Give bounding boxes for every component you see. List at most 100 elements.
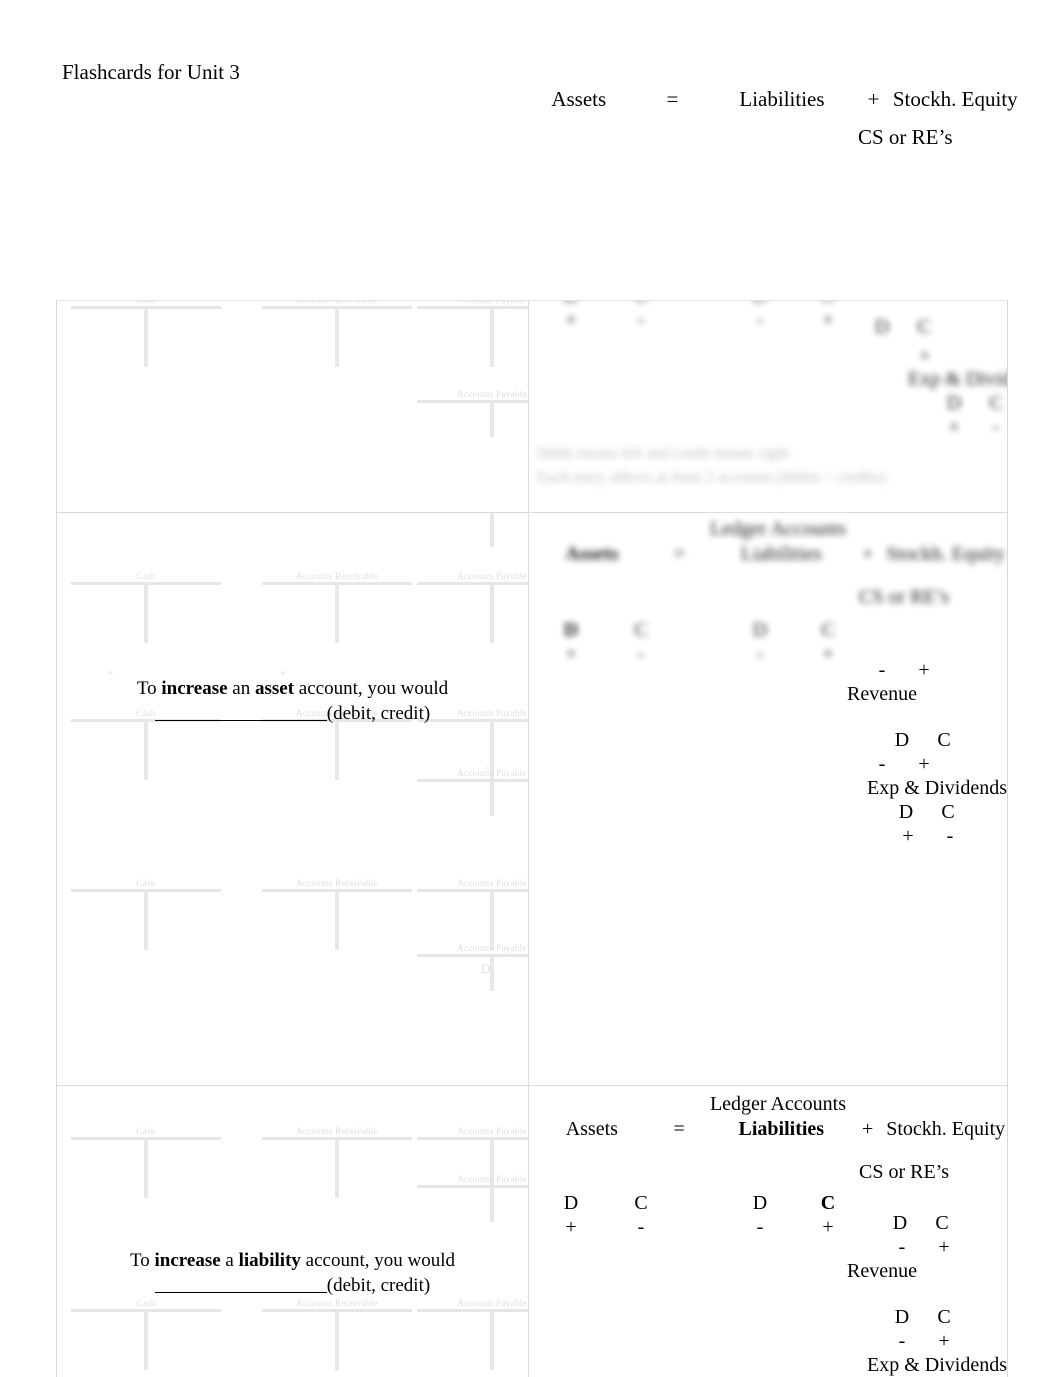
ledger-plus-sign: + (862, 543, 874, 565)
revenue-debit-header: D (874, 316, 890, 338)
card-top-front: Cash Accounts Receivable Accounts Payabl… (57, 301, 529, 512)
t-account-stem (335, 585, 339, 643)
card-liability-front: Cash Accounts Receivable Accounts Payabl… (57, 1086, 529, 1377)
exp-debit-header: D (946, 392, 962, 414)
header-accounting-equation: Assets = Liabilities + Stockh. Equity CS… (520, 82, 1020, 154)
header-equals-sign: = (666, 87, 679, 111)
t-account-label: Cash (136, 1298, 156, 1308)
exp-dividends-top: Exp & Dividends D C + - (529, 367, 1007, 439)
t-account-stem (144, 1140, 148, 1198)
prompt-article: a (220, 1250, 239, 1271)
t-account-stem (490, 585, 494, 643)
t-account-label: Accounts Payable (457, 1174, 527, 1184)
exp-credit-sign: - (992, 416, 1000, 438)
equity-detail-top: D C (529, 315, 945, 339)
equity-plus-sign: + (919, 345, 931, 367)
liabilities-debit-header: D (725, 301, 795, 308)
page-title: Flashcards for Unit 3 (62, 60, 240, 84)
ledger-equity-subline: CS or RE’s (859, 586, 950, 608)
exp-dividends-label: Exp & Dividends (867, 777, 1007, 799)
revenue-debit-header: D (892, 1212, 908, 1234)
t-account-label: Accounts Receivable (296, 1126, 378, 1136)
t-account-grid: Cash Accounts Receivable Accounts Payabl… (57, 1086, 528, 1377)
t-account-label: Cash (136, 571, 156, 581)
liabilities-debit-header: D (752, 619, 768, 641)
exp-dividends-label: Exp & Dividends (867, 1354, 1007, 1376)
t-account-stem (490, 957, 494, 991)
answer-blank[interactable] (154, 1275, 327, 1293)
ledger-assets-label: Assets (565, 543, 619, 565)
ledger-assets-label: Assets (565, 1118, 618, 1140)
t-account-bar (417, 1185, 528, 1188)
t-account-stem (490, 782, 494, 816)
t-account-stem (144, 309, 148, 367)
ledger-plus-sign: + (862, 1118, 874, 1140)
card-liability-prompt: To increase a liability account, you wou… (57, 1248, 528, 1298)
exp-credit-sign: + (938, 1330, 950, 1352)
revenue2-debit-header: D (894, 729, 910, 751)
ledger-diagram-asset: Ledger Accounts Assets = Liabilities + S… (529, 517, 1007, 666)
exp-debit-sign: - (898, 1330, 906, 1352)
header-assets-label: Assets (551, 87, 607, 111)
prompt-lead: To (136, 678, 162, 699)
t-account-mark: - (485, 759, 490, 774)
header-equity-subline: CS or RE’s (858, 125, 953, 149)
t-account-stem (490, 403, 494, 437)
card-asset-back: Ledger Accounts Assets = Liabilities + S… (529, 513, 1007, 1085)
ledger-equals-sign: = (673, 543, 685, 565)
t-account-label: Accounts Payable (457, 1298, 527, 1308)
revenue-debit-sign: - (898, 1236, 906, 1258)
exp-credit-header: C (941, 801, 955, 823)
t-account-stem (490, 892, 494, 950)
t-account-bar (417, 400, 528, 403)
header-stockholders-equity-label: Stockh. Equity (892, 87, 1018, 111)
t-account-bar (417, 582, 528, 585)
revenue-debit-sign: - (878, 659, 886, 681)
answer-blank[interactable] (154, 703, 327, 721)
revenue2-credit-header: C (937, 729, 951, 751)
t-account-bar (417, 1137, 528, 1140)
t-account-stem (490, 309, 494, 367)
t-account-label: Accounts Payable (457, 1126, 527, 1136)
assets-debit-header: D (563, 619, 579, 641)
t-account-stem (144, 1312, 148, 1370)
ledger-note-line-2: Each entry affects at least 2 accounts (… (537, 469, 886, 486)
t-account-stem (335, 1140, 339, 1198)
t-account-label: Accounts Payable (457, 943, 527, 953)
ledger-stockholders-equity-label: Stockh. Equity (886, 543, 1006, 565)
assets-credit-header: C (605, 301, 677, 308)
t-account-grid: Cash Accounts Receivable Accounts Payabl… (57, 301, 528, 512)
t-account-stem (490, 1188, 494, 1222)
card-asset-front: Cash Accounts Receivable Accounts Payabl… (57, 513, 529, 1085)
revenue-credit-header: C (935, 1212, 949, 1234)
t-account-label: Accounts Payable (457, 571, 527, 581)
equity-detail-asset: - + Revenue D C - + Exp & Dividends D C … (529, 658, 1007, 848)
t-account-stem (144, 892, 148, 950)
revenue-label: Revenue (847, 683, 917, 705)
revenue2-debit-sign: - (878, 753, 886, 775)
t-account-stem (335, 1312, 339, 1370)
liabilities-credit-header: C (795, 301, 861, 308)
t-account-bar (417, 779, 528, 782)
exp-debit-header: D (898, 801, 914, 823)
t-account-stem (335, 309, 339, 367)
table-row: Cash Accounts Receivable Accounts Payabl… (57, 1086, 1007, 1377)
prompt-tail: account, you would (300, 1250, 455, 1271)
revenue-label: Revenue (847, 1260, 917, 1282)
prompt-account-type: asset (254, 678, 295, 699)
revenue2-credit-sign: + (918, 753, 930, 775)
t-account-label: Accounts Receivable (296, 1298, 378, 1308)
t-account-label: Accounts Receivable (296, 571, 378, 581)
t-account-stem (335, 892, 339, 950)
flashcards-page: Flashcards for Unit 3 Assets = Liabiliti… (0, 0, 1062, 1377)
t-account-grid: Cash Accounts Receivable Accounts Payabl… (57, 513, 528, 1085)
t-account-stem (144, 722, 148, 780)
prompt-account-type: liability (238, 1250, 301, 1271)
exp-credit-header: C (989, 392, 1003, 414)
liabilities-credit-header: C (821, 619, 835, 641)
card-top-back: Ledger Accounts Assets = Liabilities + S… (529, 301, 1007, 512)
card-asset-prompt: To increase an asset account, you would … (57, 676, 528, 726)
t-account-stem (490, 513, 494, 547)
